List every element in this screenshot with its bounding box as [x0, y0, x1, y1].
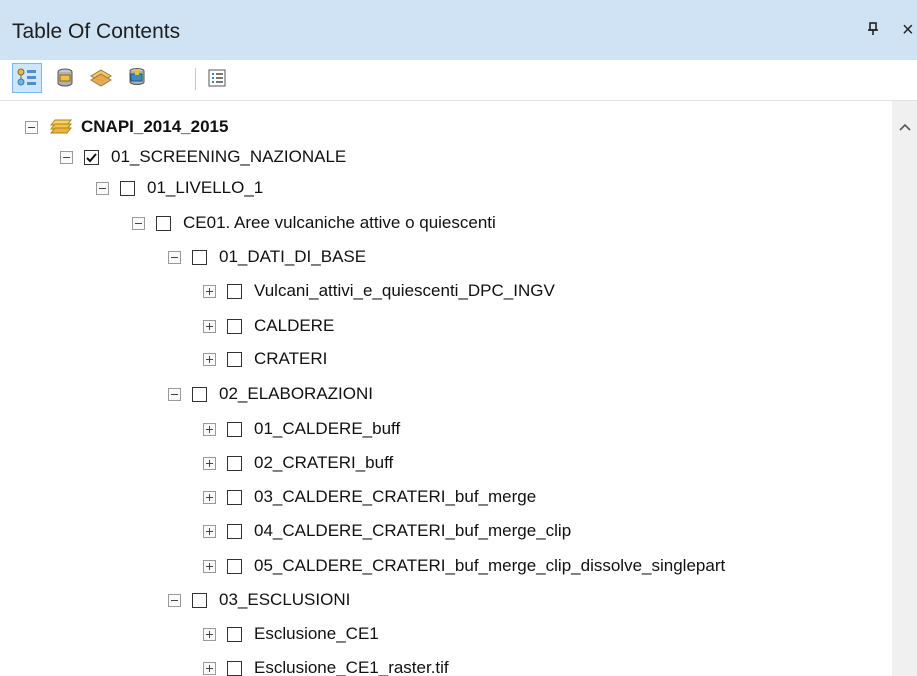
list-by-selection-button[interactable]	[122, 63, 152, 93]
layer-checkbox[interactable]	[192, 592, 207, 608]
layer-checkbox[interactable]	[227, 626, 242, 642]
tree-item[interactable]: CRATERI	[203, 345, 327, 373]
tree-item-root[interactable]: CNAPI_2014_2015	[25, 113, 228, 141]
tree-item[interactable]: 01_DATI_DI_BASE	[168, 243, 366, 271]
expand-icon[interactable]	[203, 524, 216, 538]
tree-item[interactable]: CE01. Aree vulcaniche attive o quiescent…	[132, 209, 496, 237]
tree-item[interactable]: CALDERE	[203, 312, 334, 340]
layer-checkbox[interactable]	[227, 558, 242, 574]
tree-item-label: CE01. Aree vulcaniche attive o quiescent…	[183, 213, 496, 232]
layer-checkbox[interactable]	[227, 351, 242, 367]
chevron-up-icon	[898, 123, 911, 131]
layer-checkbox[interactable]	[227, 421, 242, 437]
tree-item-label: 03_ESCLUSIONI	[219, 590, 351, 609]
layer-checkbox[interactable]	[227, 318, 242, 334]
list-by-source-icon	[57, 68, 73, 87]
tree-item-label: 02_CRATERI_buff	[254, 453, 394, 472]
tree-item-label: 02_ELABORAZIONI	[219, 384, 374, 403]
tree-item-label: CRATERI	[254, 349, 328, 368]
tree-item[interactable]: Esclusione_CE1_raster.tif	[203, 654, 449, 676]
collapse-icon[interactable]	[96, 181, 109, 195]
layer-checkbox[interactable]	[120, 180, 135, 196]
tree-item[interactable]: 01_CALDERE_buff	[203, 415, 400, 443]
expand-icon[interactable]	[203, 661, 216, 675]
collapse-icon[interactable]	[60, 150, 73, 164]
layer-checkbox[interactable]	[227, 523, 242, 539]
layer-checkbox[interactable]	[156, 215, 171, 231]
tree-item[interactable]: Esclusione_CE1	[203, 620, 379, 648]
expand-icon[interactable]	[203, 559, 216, 573]
options-icon	[208, 69, 226, 87]
collapse-icon[interactable]	[168, 593, 181, 607]
tree-item-label: 03_CALDERE_CRATERI_buf_merge	[254, 487, 537, 506]
layer-checkbox[interactable]	[227, 660, 242, 676]
tree-item-label: 04_CALDERE_CRATERI_buf_merge_clip	[254, 521, 572, 540]
list-by-source-button[interactable]	[50, 63, 80, 93]
collapse-icon[interactable]	[132, 216, 145, 230]
tree-item-label: Vulcani_attivi_e_quiescenti_DPC_INGV	[254, 281, 555, 300]
tree-item[interactable]: 03_CALDERE_CRATERI_buf_merge	[203, 483, 536, 511]
expand-icon[interactable]	[203, 456, 216, 470]
layer-checkbox[interactable]	[227, 283, 242, 299]
tree-item-label: 01_LIVELLO_1	[147, 178, 264, 197]
pin-button[interactable]	[867, 22, 879, 40]
collapse-icon[interactable]	[168, 250, 181, 264]
tree-item-label: 05_CALDERE_CRATERI_buf_merge_clip_dissol…	[254, 556, 726, 575]
tree-item-label: Esclusione_CE1_raster.tif	[254, 658, 449, 676]
layer-checkbox[interactable]	[227, 489, 242, 505]
options-button[interactable]	[202, 63, 232, 93]
list-by-selection-icon	[129, 68, 145, 85]
expand-icon[interactable]	[203, 352, 216, 366]
tree-item-label: Esclusione_CE1	[254, 624, 379, 643]
tree-item-label: 01_CALDERE_buff	[254, 419, 401, 438]
collapse-icon[interactable]	[25, 120, 38, 134]
list-by-drawing-order-button[interactable]	[12, 63, 42, 93]
expand-icon[interactable]	[203, 627, 216, 641]
tree-item[interactable]: 01_LIVELLO_1	[96, 174, 263, 202]
tree-item-label: CNAPI_2014_2015	[81, 117, 229, 136]
layer-checkbox[interactable]	[192, 249, 207, 265]
expand-icon[interactable]	[203, 422, 216, 436]
tree-item[interactable]: 03_ESCLUSIONI	[168, 586, 350, 614]
pin-icon	[868, 22, 878, 35]
expand-icon[interactable]	[203, 319, 216, 333]
scroll-up-button[interactable]	[892, 117, 917, 137]
tree-item[interactable]: Vulcani_attivi_e_quiescenti_DPC_INGV	[203, 277, 555, 305]
tree-item-label: CALDERE	[254, 316, 335, 335]
tree-item[interactable]: 01_SCREENING_NAZIONALE	[60, 143, 346, 171]
layer-checkbox[interactable]	[227, 455, 242, 471]
vertical-scrollbar[interactable]	[892, 101, 917, 676]
collapse-icon[interactable]	[168, 387, 181, 401]
tree-item[interactable]: 02_CRATERI_buff	[203, 449, 393, 477]
layer-checkbox[interactable]	[84, 149, 99, 165]
tree-item-label: 01_DATI_DI_BASE	[219, 247, 367, 266]
layer-tree: CNAPI_2014_2015 01_SCREENING_NAZIONALE 0…	[0, 101, 892, 676]
layers-icon	[49, 119, 73, 134]
expand-icon[interactable]	[203, 284, 216, 298]
layer-checkbox[interactable]	[192, 386, 207, 402]
list-by-visibility-icon	[90, 69, 112, 87]
tree-item[interactable]: 05_CALDERE_CRATERI_buf_merge_clip_dissol…	[203, 552, 725, 580]
check-icon	[86, 152, 97, 162]
close-button[interactable]: ×	[902, 19, 914, 42]
tree-item-label: 01_SCREENING_NAZIONALE	[111, 147, 347, 166]
expand-icon[interactable]	[203, 490, 216, 504]
tree-item[interactable]: 02_ELABORAZIONI	[168, 380, 373, 408]
toolbar-separator	[195, 68, 196, 90]
panel-title: Table Of Contents	[12, 20, 181, 43]
tree-item[interactable]: 04_CALDERE_CRATERI_buf_merge_clip	[203, 517, 571, 545]
list-by-drawing-order-icon	[17, 68, 36, 86]
list-by-visibility-button[interactable]	[86, 63, 116, 93]
